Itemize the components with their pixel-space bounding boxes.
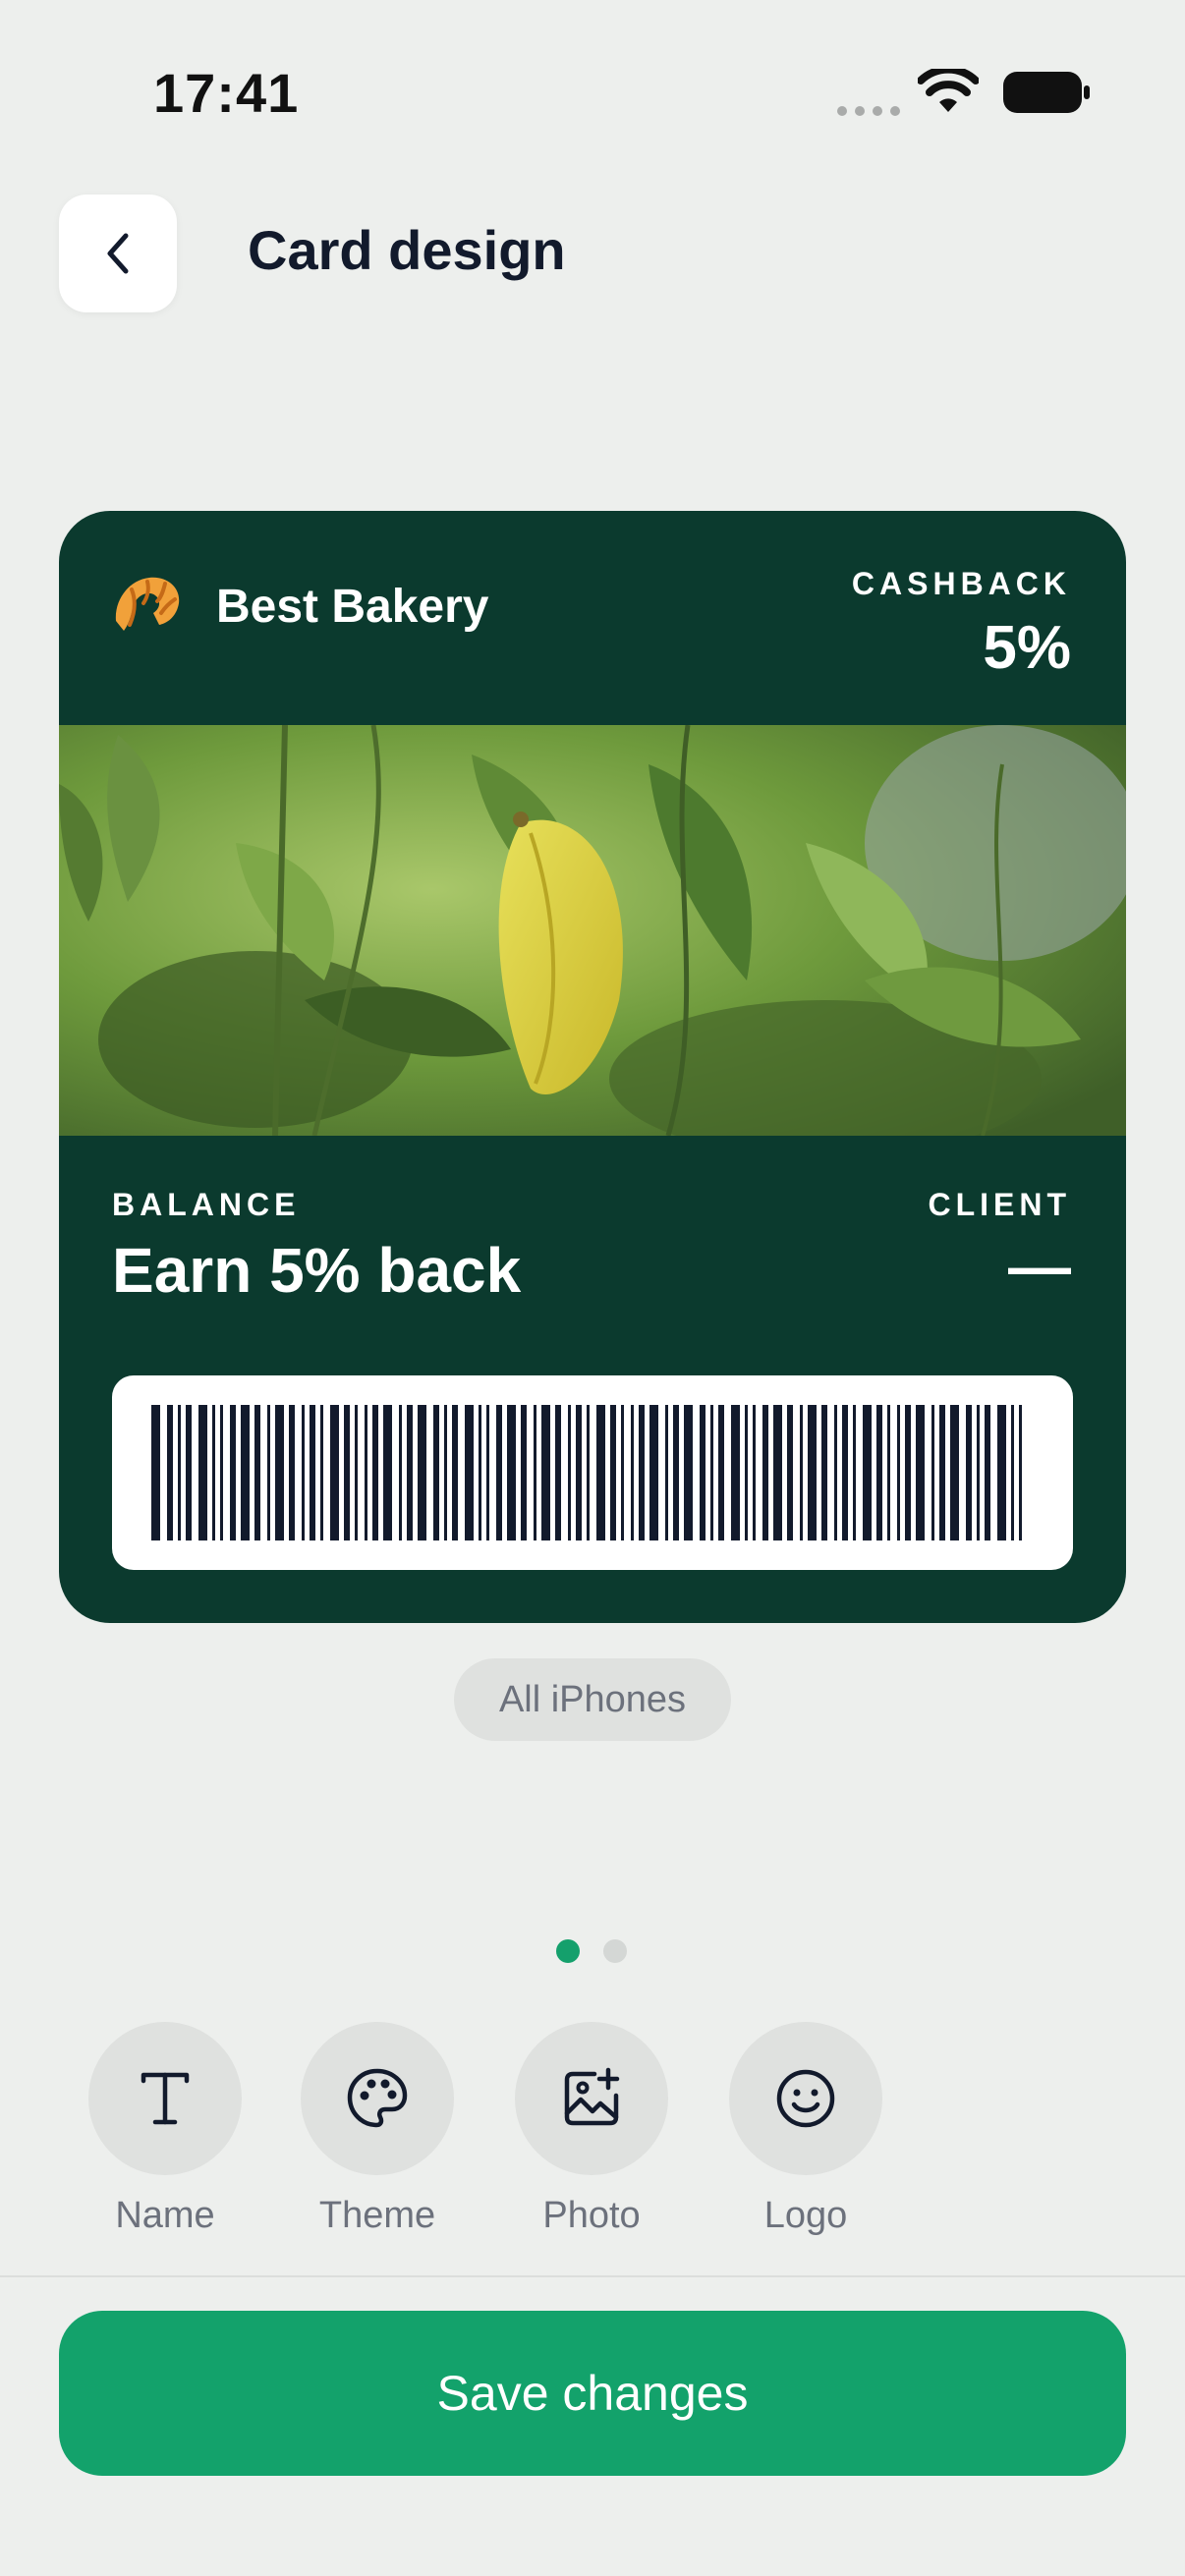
balance-label: BALANCE xyxy=(112,1187,301,1222)
smiley-icon xyxy=(776,2069,835,2128)
save-button[interactable]: Save changes xyxy=(59,2311,1126,2476)
tool-photo[interactable]: Photo xyxy=(515,2022,668,2237)
croissant-icon xyxy=(115,577,180,631)
client-value: — xyxy=(1008,1231,1071,1302)
card-photo xyxy=(59,725,1126,1136)
palette-icon xyxy=(347,2068,408,2128)
tool-label: Theme xyxy=(318,2195,436,2236)
tool-logo[interactable]: Logo xyxy=(729,2022,882,2237)
tool-label: Logo xyxy=(763,2195,848,2236)
battery-icon xyxy=(1003,72,1090,113)
tool-theme-button[interactable] xyxy=(301,2022,454,2175)
cashback-label: CASHBACK xyxy=(851,566,1071,601)
page-indicator xyxy=(556,1939,627,1963)
page-title: Card design xyxy=(248,219,566,281)
screen: 17:41 Card design Best Bakery CASHBACK 5… xyxy=(0,0,1185,2576)
image-add-icon xyxy=(564,2067,620,2126)
card-header: Best Bakery CASHBACK 5% xyxy=(59,511,1126,725)
status-time: 17:41 xyxy=(153,62,300,124)
client-label: CLIENT xyxy=(928,1187,1071,1222)
tool-photo-button[interactable] xyxy=(515,2022,668,2175)
text-icon xyxy=(141,2072,190,2125)
cashback-value: 5% xyxy=(983,614,1071,682)
card-preview: Best Bakery CASHBACK 5% BALANCE Earn 5% … xyxy=(59,511,1126,1623)
barcode-icon xyxy=(151,1405,1022,1540)
divider xyxy=(0,2275,1185,2277)
signal-dots-icon xyxy=(837,106,900,116)
tool-name-button[interactable] xyxy=(88,2022,242,2175)
tool-logo-button[interactable] xyxy=(729,2022,882,2175)
back-button[interactable] xyxy=(59,195,177,312)
device-filter-pill[interactable]: All iPhones xyxy=(454,1658,731,1741)
tool-name[interactable]: Name xyxy=(88,2022,242,2237)
tool-label: Photo xyxy=(542,2195,641,2236)
page-dot-active xyxy=(556,1939,580,1963)
tool-label: Name xyxy=(115,2195,215,2236)
tool-theme[interactable]: Theme xyxy=(301,2022,454,2237)
barcode xyxy=(112,1375,1073,1570)
balance-value: Earn 5% back xyxy=(112,1235,522,1306)
page-dot xyxy=(603,1939,627,1963)
chevron-left-icon xyxy=(107,233,129,274)
wifi-icon xyxy=(918,69,979,112)
business-name: Best Bakery xyxy=(216,581,489,633)
